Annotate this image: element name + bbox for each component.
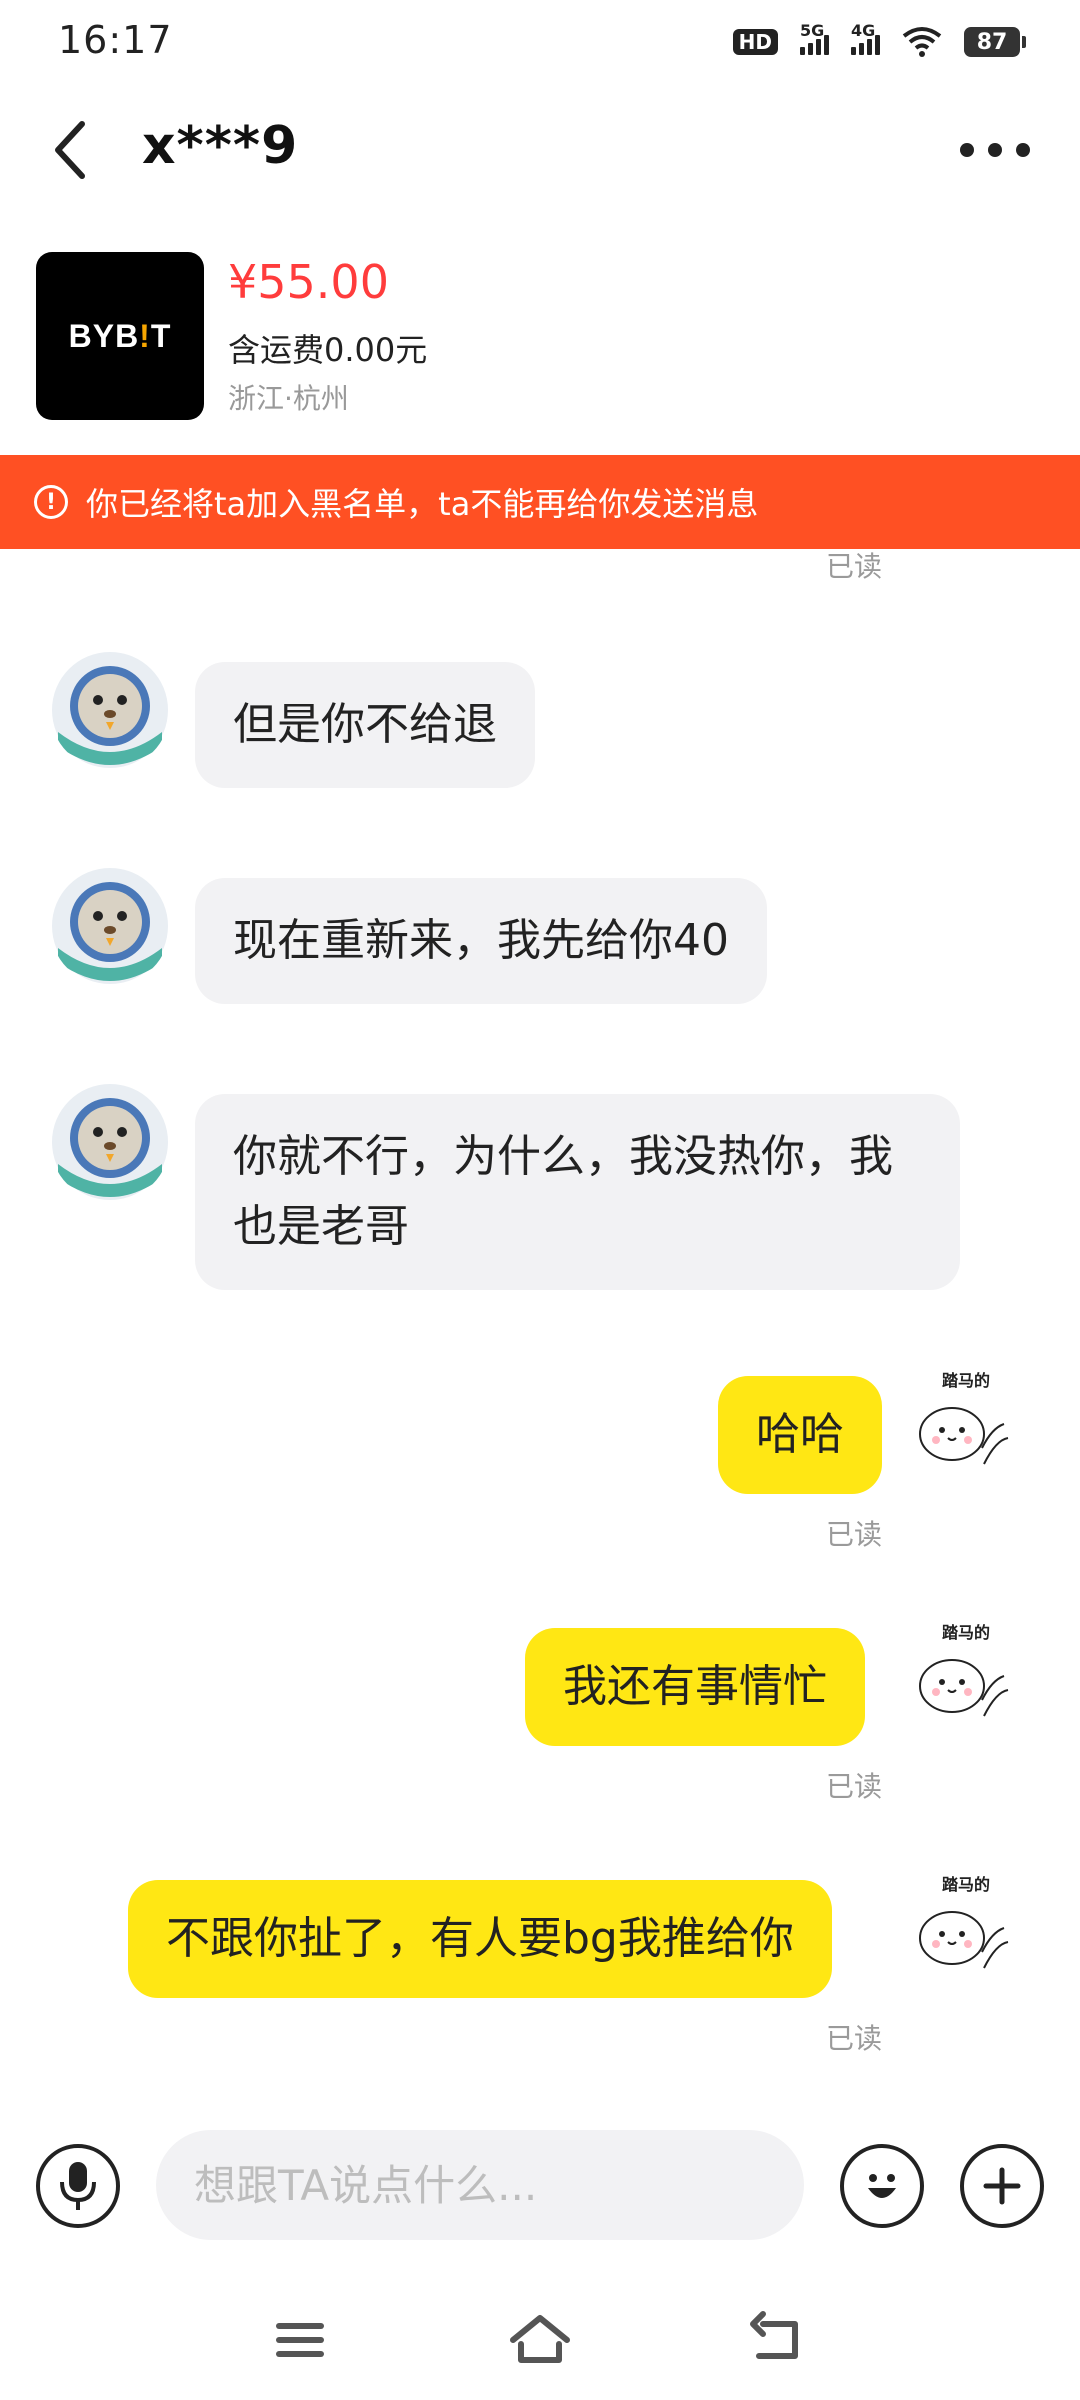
message-bubble[interactable]: 现在重新来，我先给你40	[195, 878, 767, 1004]
hd-voice-icon: HD	[732, 29, 778, 55]
message-bubble[interactable]: 但是你不给退	[195, 662, 535, 788]
message-bubble[interactable]: 你就不行，为什么，我没热你，我也是老哥	[195, 1094, 960, 1290]
sticker-avatar[interactable]: 踏马的	[912, 1368, 1022, 1498]
read-status: 已读	[826, 2022, 883, 2055]
status-time: 16:17	[58, 18, 173, 62]
contact-avatar[interactable]	[50, 650, 170, 770]
status-icons: HD 5G 4G 87	[732, 21, 1026, 62]
shipping-fee: 含运费0.00元	[228, 331, 428, 369]
contact-avatar[interactable]	[50, 1082, 170, 1202]
notice-text: 你已经将ta加入黑名单，ta不能再给你发送消息	[86, 485, 759, 523]
emoji-icon[interactable]	[840, 2144, 924, 2228]
chat-header: x***9	[0, 90, 1080, 210]
svg-text:踏马的: 踏马的	[942, 1875, 990, 1894]
message-bubble-self[interactable]: 哈哈	[718, 1376, 882, 1494]
seller-location: 浙江·杭州	[228, 382, 349, 415]
sticker-avatar[interactable]: 踏马的	[912, 1872, 1022, 2002]
contact-name: x***9	[142, 116, 299, 176]
chevron-left-icon[interactable]	[42, 118, 102, 182]
svg-text:踏马的: 踏马的	[942, 1623, 990, 1642]
read-status: 已读	[826, 1770, 883, 1803]
message-input[interactable]	[156, 2130, 804, 2240]
bybit-logo: BYB!T	[68, 317, 172, 354]
home-icon[interactable]	[505, 2310, 575, 2370]
plus-icon[interactable]	[960, 2144, 1044, 2228]
more-dots-icon[interactable]	[960, 130, 1030, 170]
contact-avatar[interactable]	[50, 866, 170, 986]
battery-icon: 87	[964, 27, 1026, 57]
svg-text:踏马的: 踏马的	[942, 1371, 990, 1390]
read-status: 已读	[826, 550, 883, 583]
sticker-avatar[interactable]: 踏马的	[912, 1620, 1022, 1750]
signal-4g-icon: 4G	[851, 21, 880, 55]
product-price: ¥55.00	[228, 255, 389, 309]
read-status: 已读	[826, 1518, 883, 1551]
menu-icon[interactable]	[265, 2310, 335, 2370]
back-icon[interactable]	[745, 2310, 815, 2370]
system-nav-bar	[0, 2280, 1080, 2390]
wifi-icon	[902, 27, 942, 57]
signal-5g-icon: 5G	[800, 21, 829, 55]
microphone-icon[interactable]	[36, 2144, 120, 2228]
alert-icon: !	[34, 485, 68, 519]
status-bar: 16:17 HD 5G 4G 87	[0, 0, 1080, 84]
message-bubble-self[interactable]: 我还有事情忙	[525, 1628, 865, 1746]
product-thumbnail[interactable]: BYB!T	[36, 252, 204, 420]
message-composer	[0, 2120, 1080, 2260]
message-bubble-self[interactable]: 不跟你扯了，有人要bg我推给你	[128, 1880, 832, 1998]
blacklist-notice: ! 你已经将ta加入黑名单，ta不能再给你发送消息	[0, 455, 1080, 549]
product-card[interactable]: BYB!T ¥55.00 含运费0.00元 浙江·杭州	[0, 245, 1080, 445]
